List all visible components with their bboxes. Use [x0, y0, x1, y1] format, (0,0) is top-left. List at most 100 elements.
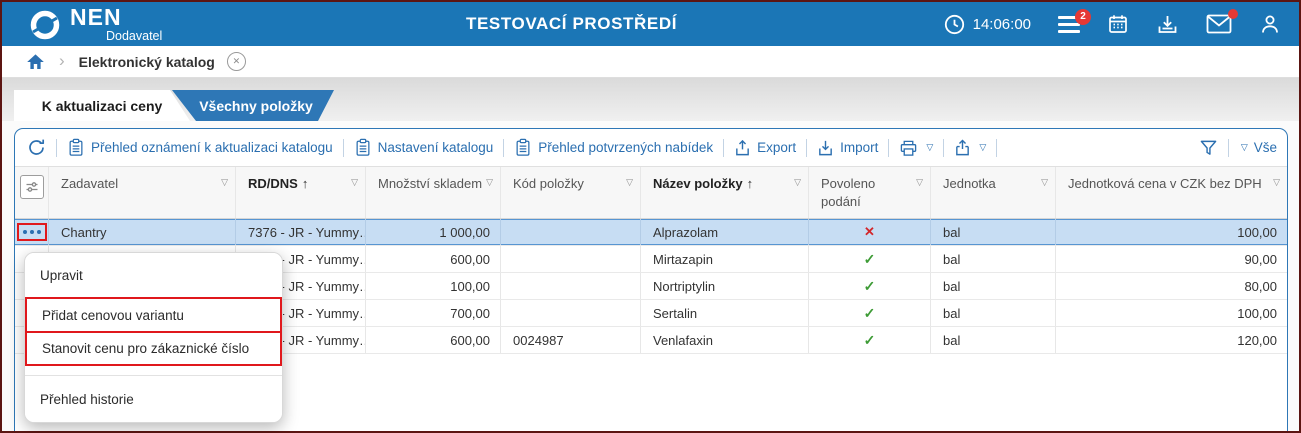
nen-logo[interactable]: NEN Dodavatel [28, 6, 162, 43]
header-mnozstvi-skladem[interactable]: Množství skladem ▽ [366, 167, 501, 218]
menu-item-pridat-cenovou-variantu[interactable]: Přidat cenovou variantu [25, 297, 282, 333]
calendar-icon[interactable] [1107, 13, 1129, 35]
check-icon: ✓ [809, 246, 931, 272]
toolbar-separator [342, 138, 344, 157]
filter-triangle-icon[interactable]: ▽ [916, 176, 923, 188]
row-actions-button[interactable] [16, 223, 47, 241]
export-icon [734, 139, 751, 157]
cell-mnozstvi: 100,00 [366, 273, 501, 299]
notifications-menu-icon[interactable]: 2 [1058, 8, 1091, 33]
home-icon[interactable] [26, 53, 45, 70]
toolbar-separator [943, 138, 945, 157]
breadcrumb: › Elektronický katalog ✕ [2, 46, 1299, 78]
filter-triangle-icon[interactable]: ▽ [626, 176, 633, 188]
header-kod-polozky[interactable]: Kód položky ▽ [501, 167, 641, 218]
cell-kod: 0024987 [501, 327, 641, 353]
cell-kod [501, 219, 641, 245]
inbox-download-icon[interactable] [1156, 13, 1179, 36]
menu-item-prehled-historie[interactable]: Přehled historie [25, 376, 282, 422]
export-button[interactable]: Export [734, 139, 796, 157]
refresh-icon [27, 138, 46, 157]
header-povoleno-podani[interactable]: Povoleno podání ▽ [809, 167, 931, 218]
view-all-dropdown-icon: ▽ [1240, 142, 1248, 152]
notifications-badge: 2 [1075, 8, 1091, 25]
prehled-potvrzenych-button[interactable]: Přehled potvrzených nabídek [514, 138, 713, 157]
share-button[interactable]: ▽ [954, 138, 987, 157]
view-all-button[interactable]: ▽ Vše [1239, 140, 1277, 155]
breadcrumb-page-label[interactable]: Elektronický katalog [79, 54, 215, 70]
view-all-label: Vše [1253, 140, 1277, 155]
cell-cena: 100,00 [1237, 305, 1277, 321]
filter-triangle-icon[interactable]: ▽ [1273, 176, 1280, 188]
toolbar-separator [888, 138, 890, 157]
menu-item-upravit[interactable]: Upravit [25, 253, 282, 297]
header-zadavatel[interactable]: Zadavatel ▽ [49, 167, 236, 218]
nen-logo-icon [28, 8, 62, 42]
cell-cena: 120,00 [1237, 332, 1277, 348]
document-icon [354, 138, 372, 157]
filter-triangle-icon[interactable]: ▽ [351, 176, 358, 188]
toolbar-separator [806, 138, 808, 157]
cell-mnozstvi: 700,00 [366, 300, 501, 326]
cell-nazev: Sertalin [641, 300, 809, 326]
sort-asc-icon: ↑ [746, 176, 754, 191]
cell-nazev: Mirtazapin [641, 246, 809, 272]
topbar-actions: 14:06:00 2 [944, 2, 1281, 46]
header-rd-dns[interactable]: RD/DNS ↑ ▽ [236, 167, 366, 218]
prehled-oznameni-button[interactable]: Přehled oznámení k aktualizaci katalogu [67, 138, 333, 157]
cell-mnozstvi: 600,00 [366, 246, 501, 272]
share-icon [954, 138, 971, 157]
header-nazev-polozky[interactable]: Název položky ↑ ▽ [641, 167, 809, 218]
tab-k-aktualizaci-ceny[interactable]: K aktualizaci ceny [14, 90, 190, 121]
mail-icon[interactable] [1206, 9, 1238, 34]
toolbar-separator [1227, 138, 1229, 157]
import-icon [817, 139, 834, 157]
cell-cena: 90,00 [1244, 251, 1277, 267]
cell-nazev: Venlafaxin [641, 327, 809, 353]
printer-icon [899, 139, 918, 157]
filter-triangle-icon[interactable]: ▽ [1041, 176, 1048, 188]
table-row[interactable]: Chantry 7376 - JR - Yummy… 1 000,00 Alpr… [15, 219, 1287, 246]
filter-triangle-icon[interactable]: ▽ [794, 176, 801, 188]
column-settings-header [15, 167, 49, 218]
brand-role-label: Dodavatel [106, 29, 163, 43]
print-dropdown-icon: ▽ [926, 142, 934, 152]
cell-rd-dns: 7376 - JR - Yummy… [236, 219, 366, 245]
document-icon [514, 138, 532, 157]
menu-item-stanovit-cenu[interactable]: Stanovit cenu pro zákaznické číslo [25, 331, 282, 366]
column-settings-icon[interactable] [19, 175, 44, 199]
cell-cena: 100,00 [1237, 224, 1277, 240]
clock-icon [944, 14, 965, 35]
breadcrumb-chevron-icon: › [59, 50, 65, 70]
header-jednotka[interactable]: Jednotka ▽ [931, 167, 1056, 218]
tab-vsechny-polozky[interactable]: Všechny položky [172, 90, 334, 121]
cell-kod [501, 246, 641, 272]
toolbar-right-group: ▽ Vše [1199, 138, 1277, 157]
filter-triangle-icon[interactable]: ▽ [221, 176, 228, 188]
toolbar-separator [56, 138, 57, 157]
cell-zadavatel: Chantry [49, 219, 236, 245]
brand-name: NEN [70, 4, 122, 30]
filter-button[interactable] [1199, 139, 1218, 157]
prehled-oznameni-label: Přehled oznámení k aktualizaci katalogu [91, 140, 333, 155]
filter-triangle-icon[interactable]: ▽ [486, 176, 493, 188]
prehled-potvrzenych-label: Přehled potvrzených nabídek [538, 140, 714, 155]
cell-cena: 80,00 [1244, 278, 1277, 294]
cell-jednotka: bal [931, 219, 1056, 245]
share-dropdown-icon: ▽ [979, 142, 987, 152]
cell-mnozstvi: 1 000,00 [366, 219, 501, 245]
refresh-button[interactable] [27, 138, 46, 157]
header-jednotkova-cena[interactable]: Jednotková cena v CZK bez DPH ▽ [1056, 167, 1287, 218]
export-label: Export [757, 140, 797, 155]
nastaveni-katalogu-button[interactable]: Nastavení katalogu [354, 138, 493, 157]
cell-jednotka: bal [931, 300, 1056, 326]
time-text: 14:06:00 [972, 15, 1031, 33]
breadcrumb-close-icon[interactable]: ✕ [226, 52, 246, 71]
import-button[interactable]: Import [817, 139, 878, 157]
cross-icon: ✕ [809, 219, 931, 245]
row-context-menu: Upravit Přidat cenovou variantu Stanovit… [24, 252, 283, 423]
check-icon: ✓ [809, 300, 931, 326]
print-button[interactable]: ▽ [899, 139, 933, 157]
session-time: 14:06:00 [944, 14, 1031, 35]
user-profile-icon[interactable] [1259, 13, 1281, 35]
